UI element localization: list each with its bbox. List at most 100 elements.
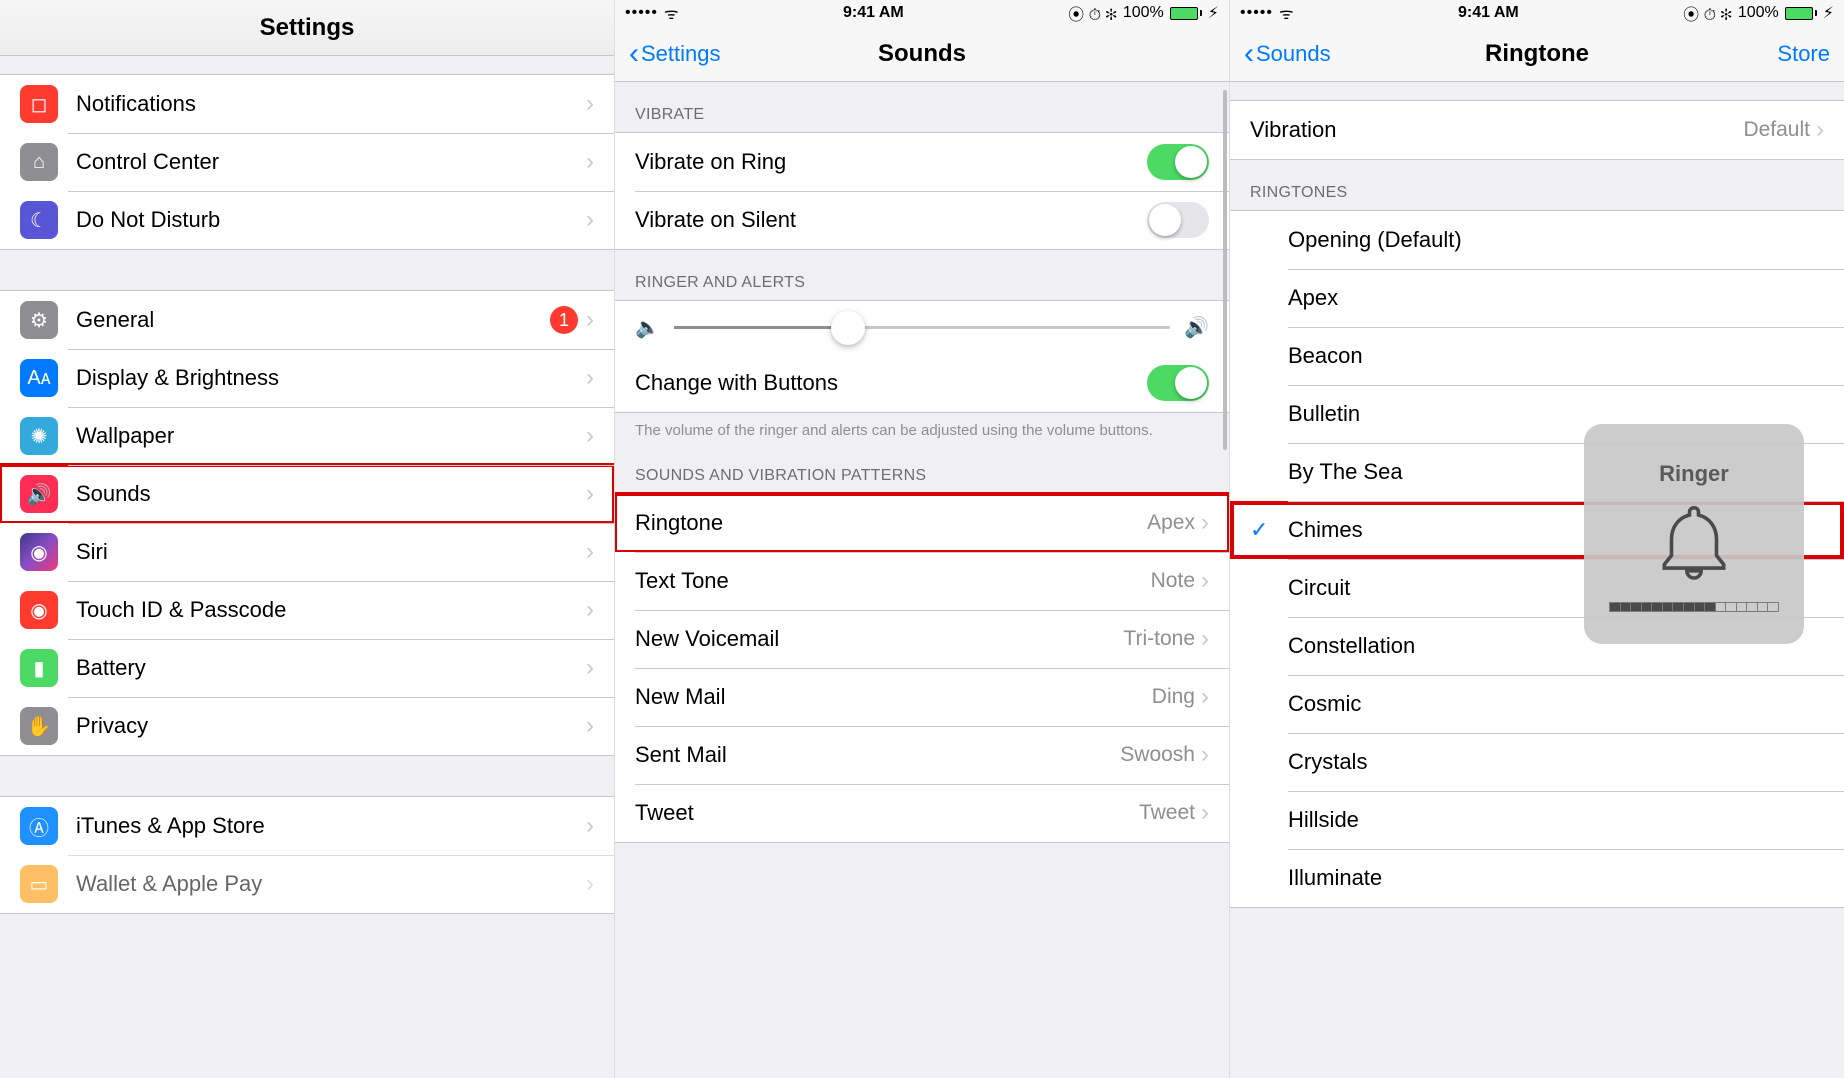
battery-icon: ▮ [20, 649, 58, 687]
row-label: Sent Mail [635, 742, 727, 768]
chevron-right-icon: › [1201, 683, 1209, 711]
display-icon: Aᴀ [20, 359, 58, 397]
ringtone-label: Cosmic [1288, 691, 1361, 717]
row-dnd[interactable]: ☾ Do Not Disturb › [0, 191, 614, 249]
ringtone-label: Bulletin [1288, 401, 1360, 427]
nav-bar-settings: Settings [0, 0, 614, 56]
scrollbar-thumb[interactable] [1223, 90, 1227, 450]
volume-slider[interactable] [674, 326, 1170, 329]
charging-icon: ⚡︎ [1208, 3, 1219, 23]
chevron-right-icon: › [586, 206, 594, 234]
chevron-right-icon: › [586, 364, 594, 392]
row-general[interactable]: ⚙ General 1 › [0, 291, 614, 349]
section-header-ringtones: Ringtones [1230, 160, 1844, 210]
toggle-change-buttons[interactable] [1147, 365, 1209, 401]
nav-bar-ringtone: ‹ Sounds Ringtone Store [1230, 26, 1844, 82]
row-sent-mail[interactable]: Sent Mail Swoosh› [615, 726, 1229, 784]
chevron-right-icon: › [586, 90, 594, 118]
checkmark-icon: ✓ [1250, 517, 1288, 543]
row-ringtone[interactable]: RingtoneApex› [615, 494, 1229, 552]
ringtone-hillside[interactable]: Hillside [1230, 791, 1844, 849]
row-vibrate-on-ring[interactable]: Vibrate on Ring [615, 133, 1229, 191]
row-vibrate-on-silent[interactable]: Vibrate on Silent [615, 191, 1229, 249]
row-itunes[interactable]: Ⓐ iTunes & App Store › [0, 797, 614, 855]
ringtone-cosmic[interactable]: Cosmic [1230, 675, 1844, 733]
chevron-left-icon: ‹ [629, 39, 639, 69]
row-vibration[interactable]: Vibration Default › [1230, 101, 1844, 159]
chevron-right-icon: › [586, 480, 594, 508]
wallet-icon: ▭ [20, 865, 58, 903]
ringtone-label: Hillside [1288, 807, 1359, 833]
status-bar: •••••ᯤ 9:41 AM ⦿ ⏱ ✻ 100% ⚡︎ [615, 0, 1229, 26]
row-label: Tweet [635, 800, 694, 826]
ringtone-crystals[interactable]: Crystals [1230, 733, 1844, 791]
wallpaper-icon: ✺ [20, 417, 58, 455]
row-privacy[interactable]: ✋ Privacy › [0, 697, 614, 755]
row-label: Change with Buttons [635, 370, 838, 396]
row-tweet[interactable]: TweetTweet› [615, 784, 1229, 842]
ringtone-label: By The Sea [1288, 459, 1403, 485]
row-touchid[interactable]: ◉ Touch ID & Passcode › [0, 581, 614, 639]
row-siri[interactable]: ◉ Siri › [0, 523, 614, 581]
row-text-tone[interactable]: Text ToneNote› [615, 552, 1229, 610]
row-label: New Voicemail [635, 626, 779, 652]
row-control-center[interactable]: ⌂ Control Center › [0, 133, 614, 191]
back-button[interactable]: ‹ Sounds [1244, 39, 1331, 69]
row-change-with-buttons[interactable]: Change with Buttons [615, 354, 1229, 412]
row-new-voicemail[interactable]: New VoicemailTri-tone› [615, 610, 1229, 668]
back-label: Settings [641, 41, 721, 67]
back-button[interactable]: ‹ Settings [629, 39, 721, 69]
row-label: Text Tone [635, 568, 729, 594]
row-sounds[interactable]: 🔊 Sounds › [0, 465, 614, 523]
row-wallet[interactable]: ▭ Wallet & Apple Pay › [0, 855, 614, 913]
ringtone-label: Beacon [1288, 343, 1363, 369]
back-label: Sounds [1256, 41, 1331, 67]
toggle-vibrate-silent[interactable] [1147, 202, 1209, 238]
row-label: Sounds [76, 481, 151, 507]
ringtone-label: Circuit [1288, 575, 1350, 601]
row-label: Vibrate on Silent [635, 207, 796, 233]
chevron-right-icon: › [1201, 741, 1209, 769]
row-value: Default [1743, 118, 1810, 142]
row-new-mail[interactable]: New MailDing› [615, 668, 1229, 726]
ringtone-label: Chimes [1288, 517, 1363, 543]
ringtone-illuminate[interactable]: Illuminate [1230, 849, 1844, 907]
row-notifications[interactable]: ◻︎ Notifications › [0, 75, 614, 133]
sounds-panel: •••••ᯤ 9:41 AM ⦿ ⏱ ✻ 100% ⚡︎ ‹ Settings … [614, 0, 1229, 1078]
row-label: Ringtone [635, 510, 723, 536]
row-value: Note [1151, 569, 1195, 593]
row-label: Touch ID & Passcode [76, 597, 286, 623]
row-label: Vibration [1250, 117, 1336, 143]
ringtone-apex[interactable]: Apex [1230, 269, 1844, 327]
hand-icon: ✋ [20, 707, 58, 745]
row-label: General [76, 307, 154, 333]
bell-icon [1649, 497, 1739, 592]
volume-low-icon: 🔈 [635, 315, 660, 340]
row-battery[interactable]: ▮ Battery › [0, 639, 614, 697]
section-footer: The volume of the ringer and alerts can … [615, 413, 1229, 457]
section-header-ringer: Ringer and Alerts [615, 250, 1229, 300]
nav-bar-sounds: ‹ Settings Sounds [615, 26, 1229, 82]
status-indicators: ⦿ ⏱ ✻ [1068, 1, 1117, 25]
ringtone-opening-default-[interactable]: Opening (Default) [1230, 211, 1844, 269]
ringtone-label: Apex [1288, 285, 1338, 311]
row-display[interactable]: Aᴀ Display & Brightness › [0, 349, 614, 407]
ringtone-beacon[interactable]: Beacon [1230, 327, 1844, 385]
row-label: Display & Brightness [76, 365, 279, 391]
row-label: Control Center [76, 149, 219, 175]
siri-icon: ◉ [20, 533, 58, 571]
toggle-vibrate-ring[interactable] [1147, 144, 1209, 180]
status-bar: •••••ᯤ 9:41 AM ⦿ ⏱ ✻ 100% ⚡︎ [1230, 0, 1844, 26]
row-label: Wallet & Apple Pay [76, 871, 262, 897]
chevron-right-icon: › [1201, 509, 1209, 537]
ringtone-label: Crystals [1288, 749, 1367, 775]
chevron-right-icon: › [586, 596, 594, 624]
row-value: Swoosh [1120, 743, 1195, 767]
notifications-icon: ◻︎ [20, 85, 58, 123]
patterns-list: RingtoneApex› Text Tone Note › New Voicemail… [615, 493, 1229, 843]
settings-group-1: ◻︎ Notifications › ⌂ Control Center › ☾ … [0, 74, 614, 250]
row-wallpaper[interactable]: ✺ Wallpaper › [0, 407, 614, 465]
status-time: 9:41 AM [679, 4, 1069, 22]
store-button[interactable]: Store [1777, 41, 1830, 67]
charging-icon: ⚡︎ [1823, 3, 1834, 23]
